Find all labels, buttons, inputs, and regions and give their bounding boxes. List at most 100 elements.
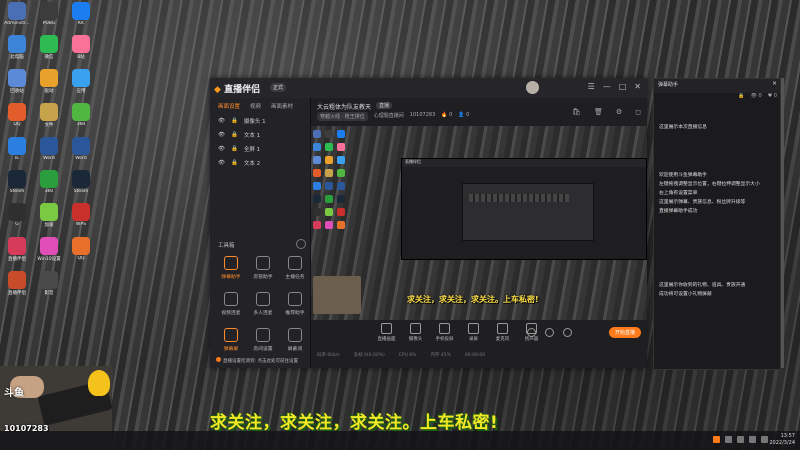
phone-cast-button[interactable]: 手机投屏 [431,320,458,350]
desktop-icon[interactable]: IE [2,137,32,161]
system-clock[interactable]: 13:57 2022/3/24 [769,433,795,447]
desktop-icon[interactable]: KK [66,2,96,26]
desktop-icon-label: Win10设置 [37,257,61,262]
stream-preview[interactable]: 直播伴侣 求关注，求关注，求关注。上车私密! [311,126,647,320]
source-item[interactable]: 👁 🔒 文本 2 [210,156,310,170]
preview-desktop-icons [313,130,349,229]
desktop-icon[interactable]: 此电脑 [2,35,32,60]
desktop-icon[interactable]: QQ [2,103,32,128]
app-titlebar: ◆ 直播伴侣 正式 ☰ — □ ✕ [210,78,647,98]
record-video-icon[interactable] [527,328,536,337]
viewer-icon[interactable]: 👁 0 [751,93,762,99]
start-live-button[interactable]: 开始直播 [608,327,641,338]
fullscreen-icon[interactable]: ◻ [635,108,641,116]
minimize-icon[interactable]: — [603,82,611,91]
tool-item[interactable]: 弹幕屏 [216,328,246,352]
assistant-scrollbar[interactable] [781,78,784,368]
desktop-icon[interactable]: 应用 [66,69,96,94]
eye-icon[interactable]: 👁 [218,118,225,124]
tool-item[interactable]: 房间设置 [248,328,278,352]
desktop-icon[interactable]: WPS [66,203,96,228]
lock-icon[interactable]: 🔒 [738,93,744,99]
notice-bar[interactable]: 直播设置检测到: 点击此处可前往设置 [210,357,336,364]
network-icon[interactable] [725,436,732,443]
screen-icon [381,323,392,334]
camera-button[interactable]: 摄像头 [402,320,429,350]
tool-item[interactable]: 视频连麦 [216,292,246,316]
tab-assets[interactable]: 画面素材 [271,102,293,110]
input-method-icon[interactable] [749,436,756,443]
desktop-icon[interactable]: 回收站 [2,69,32,94]
tool-item[interactable]: 房管助手 [248,256,278,280]
desktop-icon[interactable]: QQ [66,237,96,262]
desktop-icon[interactable]: Steam [66,170,96,194]
system-tray [713,436,768,443]
desktop-icon[interactable]: 360 [34,170,64,194]
lock-icon[interactable]: 🔒 [231,118,238,124]
category-chip[interactable]: 穿越火线 · 枪王排位 [317,112,368,121]
eye-icon[interactable]: 👁 [218,132,225,138]
desktop-icon[interactable]: G [2,203,32,228]
maximize-icon[interactable]: □ [619,82,627,91]
desktop-icon[interactable]: Steam [2,170,32,194]
tab-video[interactable]: 视频 [250,102,261,110]
desktop-icon[interactable]: Word [34,137,64,161]
mic-button[interactable]: 麦克风 [489,320,516,350]
tray-app-icon[interactable] [713,436,720,443]
desktop-icon[interactable]: B站 [66,35,96,60]
tool-item[interactable]: 推荐助手 [280,292,310,316]
app-icon [40,137,58,155]
screen-button[interactable]: 直播画面 [373,320,400,350]
desktop-icon[interactable]: 直播伴侣 [2,271,32,296]
close-icon[interactable]: ✕ [634,82,641,91]
shop-icon[interactable]: 🛍 [572,108,581,116]
source-item[interactable]: 👁 🔒 摄像头 1 [210,114,310,128]
settings-icon[interactable]: ⚙ [616,108,622,116]
preview-app-icon [337,143,345,151]
camera-overlay[interactable] [313,276,361,314]
desktop-icon[interactable]: Win10设置 [34,237,64,262]
tool-item[interactable]: 主播任务 [280,256,310,280]
desktop-icon[interactable]: PUBG [34,2,64,26]
lock-icon[interactable]: 🔒 [231,132,238,138]
menu-icon[interactable]: ☰ [588,82,595,91]
app-icon [72,103,90,121]
record-button[interactable]: 录屏 [460,320,487,350]
tool-icon [224,256,238,270]
source-item[interactable]: 👁 🔒 全屏 1 [210,142,310,156]
volume-icon[interactable] [737,436,744,443]
desktop-icon[interactable]: 直播伴侣 [2,237,32,262]
tab-scene[interactable]: 画面设置 [218,102,240,110]
delete-icon[interactable]: 🗑 [594,108,603,116]
tool-icon [288,328,302,342]
user-avatar[interactable] [526,81,539,94]
notification-icon[interactable] [761,436,768,443]
room-title[interactable]: 大云粗体为队友教天 [317,102,371,111]
desktop-icon[interactable]: 360 [66,103,96,128]
live-settings-icon[interactable] [563,328,572,337]
room-info: 穿越火线 · 枪王排位 心理题直播间 10107283 🔥 0 👤 0 [317,112,469,121]
more-tools-icon[interactable] [296,239,306,249]
source-item[interactable]: 👁 🔒 文本 1 [210,128,310,142]
desktop-icon[interactable]: Administr... [2,2,32,26]
desktop-icon[interactable]: 影音 [34,271,64,296]
desktop-icon[interactable]: Word [66,137,96,161]
version-badge[interactable]: 正式 [270,83,287,92]
desktop-icon[interactable]: 驱动 [34,69,64,94]
eye-icon[interactable]: 👁 [218,146,225,152]
desktop-icon-label: Steam [73,189,89,194]
tool-label: 弹幕屏 [223,347,239,352]
tool-item[interactable]: 屏蔽词 [280,328,310,352]
app-icon [72,35,90,53]
lock-icon[interactable]: 🔒 [231,146,238,152]
desktop-icon[interactable]: 加速 [34,203,64,228]
heart-icon[interactable]: ♥ 0 [768,93,777,99]
tool-item[interactable]: 多人连麦 [248,292,278,316]
desktop-icon[interactable]: 文件 [34,103,64,128]
desktop-icon[interactable]: 微信 [34,35,64,60]
close-icon[interactable]: × [772,80,777,87]
tool-item[interactable]: 弹幕助手 [216,256,246,280]
lock-icon[interactable]: 🔒 [231,160,238,166]
preview-eye-icon[interactable] [545,328,554,337]
eye-icon[interactable]: 👁 [218,160,225,166]
